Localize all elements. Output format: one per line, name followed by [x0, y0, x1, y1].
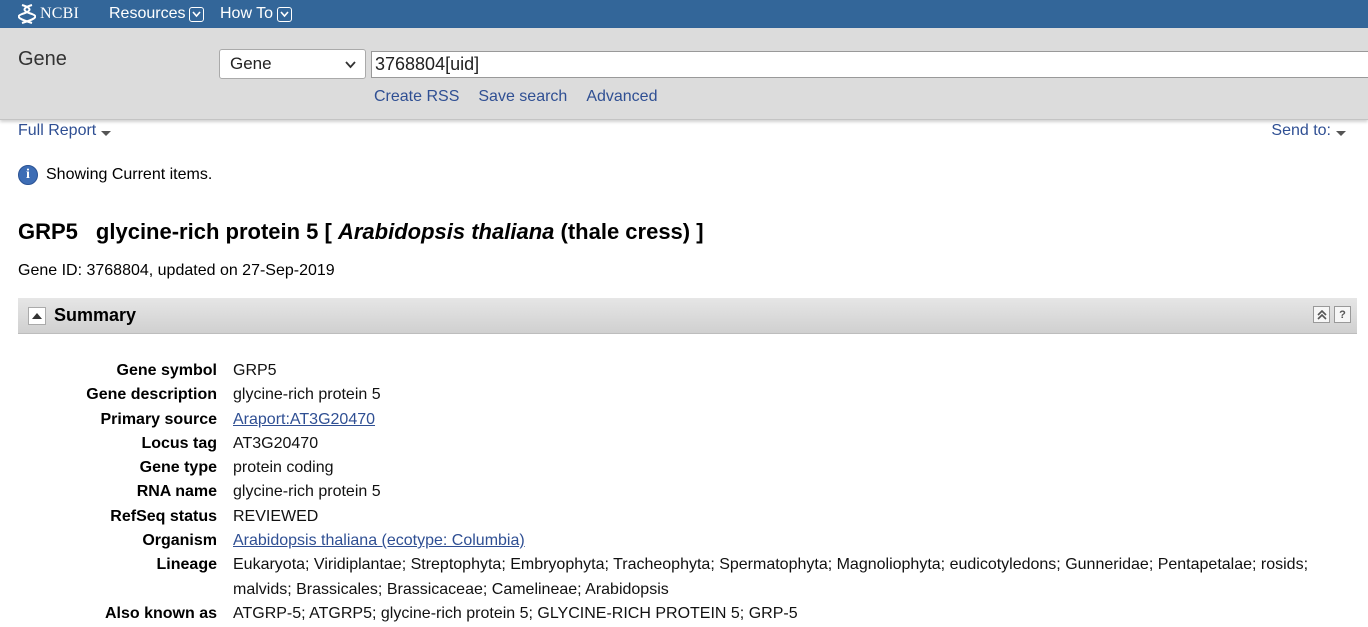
gene-symbol-title: GRP5 — [18, 219, 78, 244]
gene-id-line: Gene ID: 3768804, updated on 27-Sep-2019 — [18, 262, 335, 279]
search-term-input[interactable]: 3768804[uid] — [371, 51, 1368, 78]
database-title: Gene — [18, 48, 67, 70]
save-search-link[interactable]: Save search — [478, 88, 567, 106]
summary-table: Gene symbol GRP5 Gene description glycine-r… — [0, 359, 1368, 626]
summary-row-value: REVIEWED — [233, 507, 319, 525]
send-to-menu[interactable]: Send to: — [1271, 122, 1346, 140]
triangle-up-icon — [32, 312, 42, 319]
chevron-down-icon — [189, 6, 205, 22]
triangle-down-icon — [1336, 130, 1346, 136]
summary-row-label: Primary source — [100, 410, 217, 428]
summary-row-value: ATGRP-5; ATGRP5; glycine-rich protein 5;… — [233, 604, 798, 622]
summary-row-label: RefSeq status — [110, 507, 217, 525]
summary-row: Organism Arabidopsis thaliana (ecotype: C… — [0, 529, 1368, 553]
summary-row: Gene symbol GRP5 — [0, 359, 1368, 383]
resources-menu[interactable]: Resources — [109, 0, 205, 28]
summary-row: Gene type protein coding — [0, 456, 1368, 480]
summary-row: Locus tag AT3G20470 — [0, 432, 1368, 456]
summary-row-value: glycine-rich protein 5 — [233, 386, 381, 404]
ncbi-helix-icon — [18, 4, 36, 24]
collapse-section-button[interactable] — [28, 306, 46, 325]
search-bar: Gene Gene 3768804[uid] Create RSS Save s… — [0, 28, 1368, 120]
database-select-value: Gene — [230, 54, 272, 73]
advanced-search-link[interactable]: Advanced — [586, 88, 657, 106]
summary-row-value: Arabidopsis thaliana (ecotype: Columbia) — [233, 529, 1343, 553]
double-chevron-up-icon — [1316, 309, 1327, 320]
organism-scientific-name: Arabidopsis thaliana — [337, 219, 555, 244]
summary-row-value: protein coding — [233, 459, 334, 477]
database-select[interactable]: Gene — [219, 49, 366, 79]
summary-row-label: Gene type — [139, 459, 217, 477]
ncbi-logo[interactable]: NCBI — [18, 2, 79, 26]
summary-row-label: Gene symbol — [116, 362, 217, 379]
info-message-text: Showing Current items. — [46, 166, 213, 183]
gene-title: GRP5 glycine-rich protein 5 [ Arabidopsis… — [18, 219, 704, 245]
summary-row: Primary source Araport:AT3G20470 — [0, 408, 1368, 432]
summary-row: Gene description glycine-rich protein 5 — [0, 383, 1368, 407]
resources-menu-label: Resources — [109, 5, 186, 22]
collapse-all-button[interactable] — [1313, 306, 1330, 323]
summary-row-label: Lineage — [156, 556, 217, 574]
summary-section-title: Summary — [54, 305, 137, 325]
summary-row-label: Locus tag — [141, 434, 217, 452]
summary-row-value: Araport:AT3G20470 — [233, 408, 1343, 432]
question-mark-icon: ? — [1339, 308, 1346, 321]
summary-row-value: AT3G20470 — [233, 434, 319, 452]
ncbi-logo-text: NCBI — [40, 5, 80, 22]
summary-row-value: glycine-rich protein 5 — [233, 483, 381, 501]
info-message: i Showing Current items. — [18, 165, 212, 185]
summary-row: RefSeq status REVIEWED — [0, 505, 1368, 529]
summary-row-value: Eukaryota; Viridiplantae; Streptophyta; … — [233, 556, 1309, 598]
summary-row-link[interactable]: Arabidopsis thaliana (ecotype: Columbia) — [233, 532, 525, 549]
display-format-menu[interactable]: Full Report — [18, 122, 112, 140]
summary-row-label: Gene description — [86, 386, 217, 404]
summary-row: Also known as ATGRP-5; ATGRP5; glycine-ri… — [0, 602, 1368, 626]
create-rss-link[interactable]: Create RSS — [374, 88, 459, 106]
display-format-label: Full Report — [18, 122, 97, 139]
help-button[interactable]: ? — [1334, 306, 1351, 323]
howto-menu[interactable]: How To — [220, 0, 293, 28]
ncbi-top-bar: NCBI Resources How To — [0, 0, 1368, 28]
gene-name-title: glycine-rich protein 5 [ — [95, 219, 332, 244]
summary-row-label: Organism — [142, 532, 217, 550]
summary-row: Lineage Eukaryota; Viridiplantae; Strepto… — [0, 553, 1368, 602]
howto-menu-label: How To — [220, 5, 274, 22]
summary-row-link[interactable]: Araport:AT3G20470 — [233, 411, 375, 428]
organism-common-name: (thale cress) ] — [560, 219, 704, 244]
chevron-down-icon — [345, 61, 356, 69]
search-links: Create RSS Save search Advanced — [374, 88, 676, 106]
triangle-down-icon — [101, 130, 112, 136]
info-icon: i — [18, 165, 38, 185]
section-header-buttons: ? — [1309, 306, 1351, 323]
summary-section-header: Summary ? — [18, 298, 1357, 334]
summary-row: RNA name glycine-rich protein 5 — [0, 480, 1368, 504]
summary-row-value: GRP5 — [233, 362, 277, 379]
summary-row-label: Also known as — [104, 604, 217, 622]
summary-row-label: RNA name — [136, 483, 217, 501]
send-to-label: Send to: — [1271, 122, 1331, 139]
chevron-down-icon — [277, 6, 293, 22]
